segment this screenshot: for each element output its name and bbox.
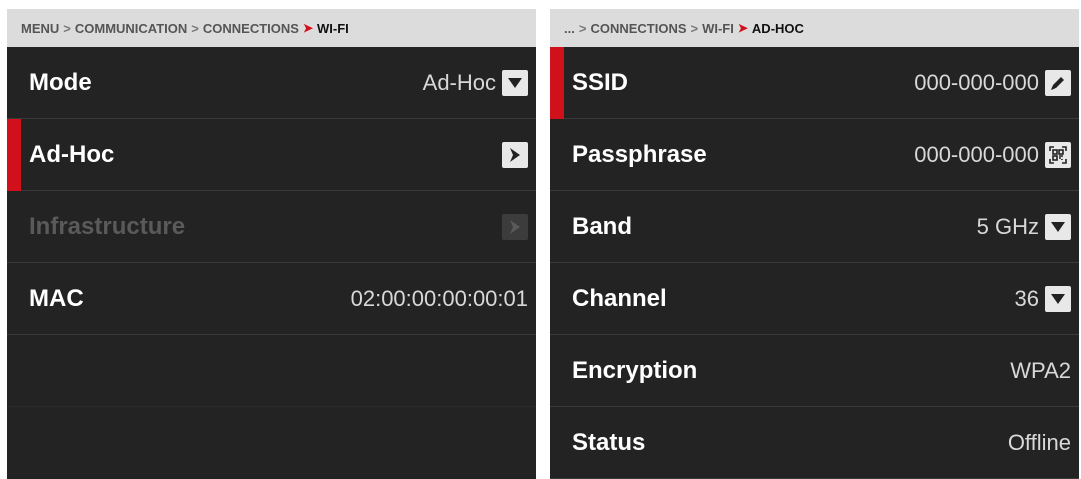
breadcrumb: MENU > COMMUNICATION > CONNECTIONS ➤ WI-… (7, 9, 536, 47)
empty-row (7, 335, 536, 407)
breadcrumb-communication[interactable]: COMMUNICATION (75, 21, 187, 36)
infrastructure-label: Infrastructure (29, 212, 186, 240)
breadcrumb-current: WI-FI (317, 20, 349, 36)
passphrase-label: Passphrase (572, 140, 707, 168)
mac-value: 02:00:00:00:00:01 (350, 285, 528, 311)
breadcrumb-connections[interactable]: CONNECTIONS (203, 21, 299, 36)
breadcrumb-menu[interactable]: MENU (21, 21, 59, 36)
breadcrumb-separator: > (690, 20, 699, 36)
passphrase-value: 000-000-000 (914, 141, 1039, 167)
chevron-down-icon[interactable] (502, 69, 528, 96)
mac-label: MAC (29, 284, 84, 312)
pencil-icon[interactable] (1045, 69, 1071, 96)
breadcrumb-connections[interactable]: CONNECTIONS (590, 21, 686, 36)
breadcrumb-separator: > (578, 20, 587, 36)
adhoc-panel: ... > CONNECTIONS > WI-FI ➤ AD-HOC SSID … (550, 9, 1079, 479)
ssid-value: 000-000-000 (914, 69, 1039, 95)
mode-label: Mode (29, 68, 92, 96)
infrastructure-row: Infrastructure (7, 191, 536, 263)
selection-indicator (550, 47, 564, 119)
encryption-value: WPA2 (1010, 357, 1071, 383)
band-value: 5 GHz (976, 213, 1039, 239)
status-value: Offline (1007, 429, 1071, 455)
ssid-row[interactable]: SSID 000-000-000 (550, 47, 1079, 119)
chevron-right-icon (502, 213, 528, 240)
channel-value: 36 (1014, 285, 1039, 311)
chevron-down-icon[interactable] (1045, 285, 1071, 312)
ssid-label: SSID (572, 68, 629, 96)
chevron-right-icon[interactable] (502, 141, 528, 168)
breadcrumb: ... > CONNECTIONS > WI-FI ➤ AD-HOC (550, 9, 1079, 47)
breadcrumb-current-arrow: ➤ (302, 21, 314, 35)
mac-row: MAC 02:00:00:00:00:01 (7, 263, 536, 335)
channel-label: Channel (572, 284, 667, 312)
selection-indicator (7, 119, 21, 191)
breadcrumb-separator: > (191, 20, 199, 36)
status-row: Status Offline (550, 407, 1079, 479)
band-row[interactable]: Band 5 GHz (550, 191, 1079, 263)
wifi-panel: MENU > COMMUNICATION > CONNECTIONS ➤ WI-… (7, 9, 536, 479)
mode-row[interactable]: Mode Ad-Hoc (7, 47, 536, 119)
encryption-label: Encryption (572, 356, 698, 384)
band-label: Band (572, 212, 632, 240)
mode-value: Ad-Hoc (422, 69, 496, 95)
qr-code-icon[interactable] (1045, 141, 1071, 168)
adhoc-row[interactable]: Ad-Hoc (7, 119, 536, 191)
status-label: Status (572, 428, 646, 456)
adhoc-label: Ad-Hoc (29, 140, 115, 168)
breadcrumb-current-arrow: ➤ (737, 21, 748, 35)
passphrase-row[interactable]: Passphrase 000-000-000 (550, 119, 1079, 191)
breadcrumb-wifi[interactable]: WI-FI (702, 21, 734, 36)
channel-row[interactable]: Channel 36 (550, 263, 1079, 335)
breadcrumb-separator: > (63, 20, 71, 36)
breadcrumb-ellipsis[interactable]: ... (564, 21, 575, 36)
breadcrumb-current: AD-HOC (751, 20, 804, 36)
encryption-row: Encryption WPA2 (550, 335, 1079, 407)
chevron-down-icon[interactable] (1045, 213, 1071, 240)
